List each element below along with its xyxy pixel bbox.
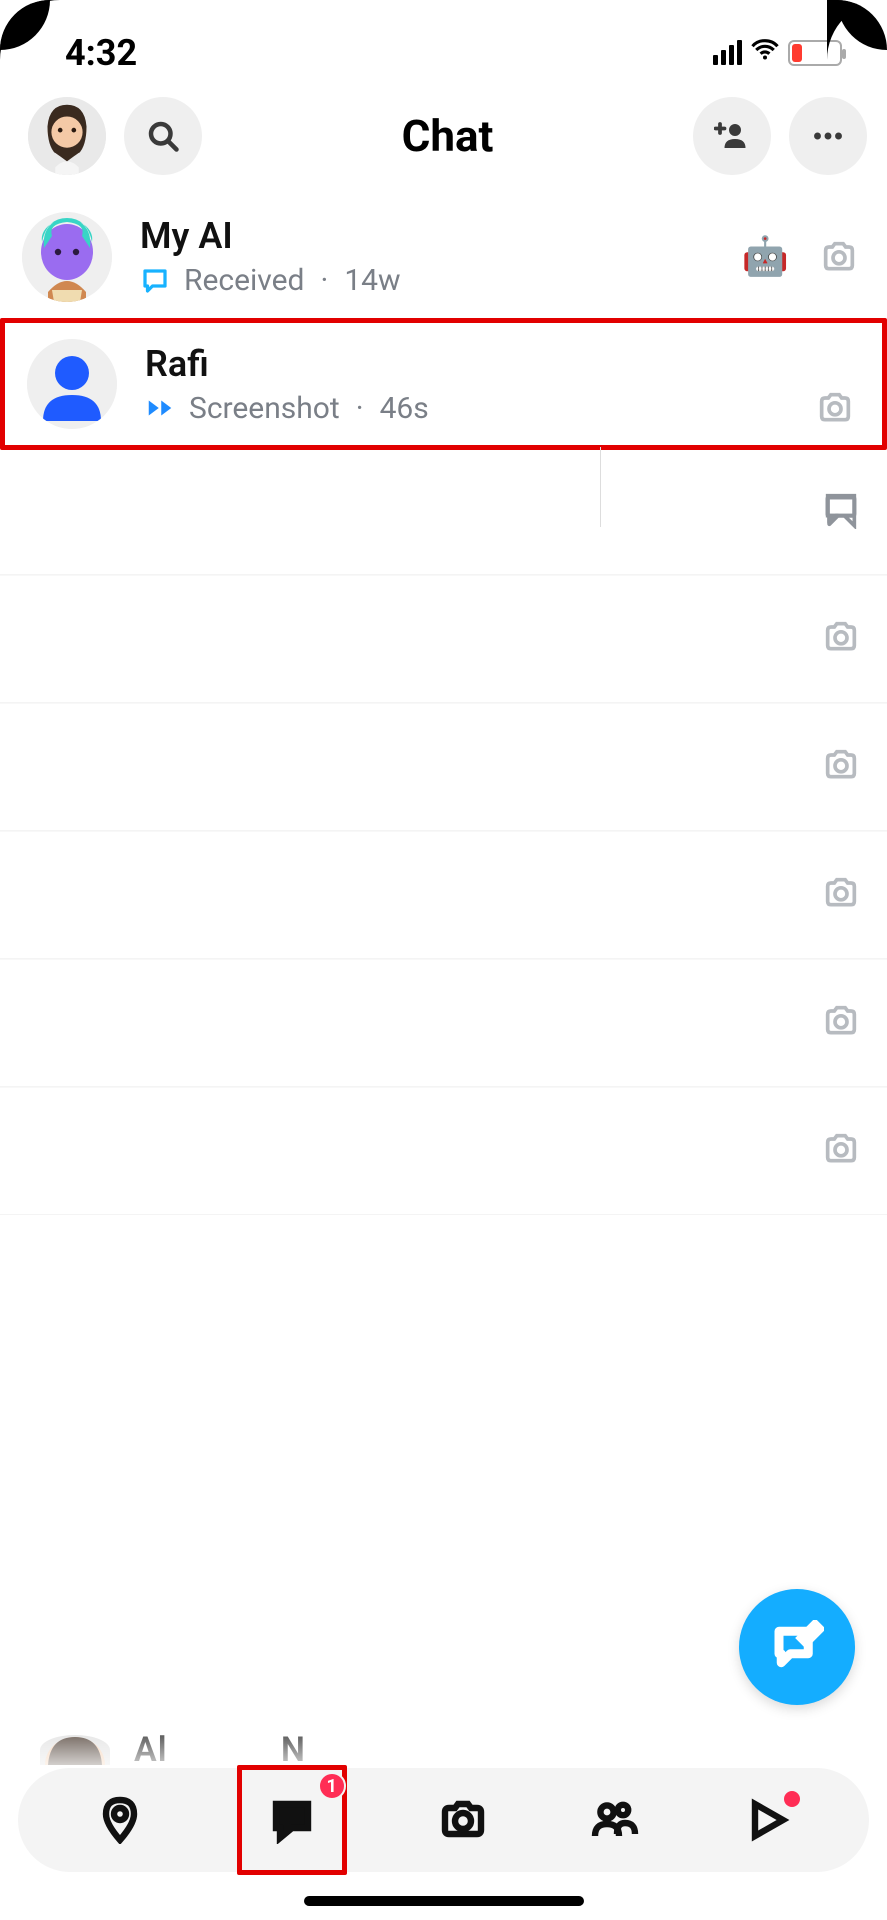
camera-icon[interactable]	[821, 617, 861, 661]
chat-name: My AI	[140, 215, 742, 257]
new-chat-fab[interactable]	[739, 1589, 855, 1705]
camera-icon[interactable]	[821, 873, 861, 917]
nav-map[interactable]	[85, 1785, 155, 1855]
chat-status-text: Received	[184, 263, 304, 298]
camera-icon[interactable]	[821, 1001, 861, 1045]
more-options-button[interactable]	[789, 97, 867, 175]
status-icons: 20	[713, 35, 842, 70]
empty-row	[0, 1087, 887, 1215]
page-title: Chat	[220, 110, 675, 162]
chat-badge: 1	[318, 1772, 346, 1800]
chat-name: Rafi	[145, 343, 882, 385]
chat-row-my-ai[interactable]: My AI Received 14w 🤖	[0, 193, 887, 321]
received-chat-icon	[140, 266, 170, 296]
chat-bubble-icon[interactable]	[821, 489, 861, 533]
chat-subtitle: Screenshot 46s	[145, 391, 882, 426]
chat-info: My AI Received 14w	[140, 215, 742, 298]
screenshot-icon	[145, 393, 175, 423]
empty-row	[0, 575, 887, 703]
chat-row-rafi[interactable]: Rafi Screenshot 46s	[0, 318, 887, 450]
camera-icon[interactable]	[821, 1129, 861, 1173]
wifi-icon	[750, 35, 780, 70]
status-bar: 4:32 20	[0, 0, 887, 85]
status-time: 4:32	[65, 32, 137, 74]
nav-camera[interactable]	[428, 1785, 498, 1855]
chat-subtitle: Received 14w	[140, 263, 742, 298]
ghost-rows	[0, 447, 887, 1215]
camera-icon[interactable]	[821, 745, 861, 789]
empty-row	[0, 703, 887, 831]
profile-avatar[interactable]	[28, 97, 106, 175]
battery-icon: 20	[788, 40, 842, 66]
add-friend-button[interactable]	[693, 97, 771, 175]
nav-stories[interactable]	[580, 1785, 650, 1855]
bottom-nav: 1	[18, 1768, 869, 1872]
chat-avatar	[22, 212, 112, 302]
chat-list: My AI Received 14w 🤖 Rafi	[0, 193, 887, 450]
empty-row	[0, 831, 887, 959]
nav-spotlight[interactable]	[732, 1785, 802, 1855]
quick-snap-button[interactable]	[817, 235, 861, 279]
robot-emoji-icon: 🤖	[742, 235, 789, 279]
chat-status-text: Screenshot	[189, 391, 340, 426]
chat-time: 46s	[380, 391, 429, 426]
chat-time: 14w	[344, 263, 400, 298]
nav-chat[interactable]: 1	[237, 1765, 347, 1875]
swipe-hint-row	[0, 447, 887, 575]
spotlight-dot	[784, 1791, 800, 1807]
peek-name: Al N	[134, 1730, 306, 1770]
empty-row	[0, 959, 887, 1087]
quick-add-peek: Al N	[40, 1730, 306, 1770]
quick-snap-button[interactable]	[813, 386, 857, 430]
chat-info: Rafi Screenshot 46s	[145, 343, 882, 426]
chat-header: Chat	[0, 85, 887, 193]
cellular-icon	[713, 40, 742, 65]
peek-avatar	[40, 1735, 110, 1765]
chat-avatar	[27, 339, 117, 429]
home-indicator	[304, 1896, 584, 1906]
search-button[interactable]	[124, 97, 202, 175]
